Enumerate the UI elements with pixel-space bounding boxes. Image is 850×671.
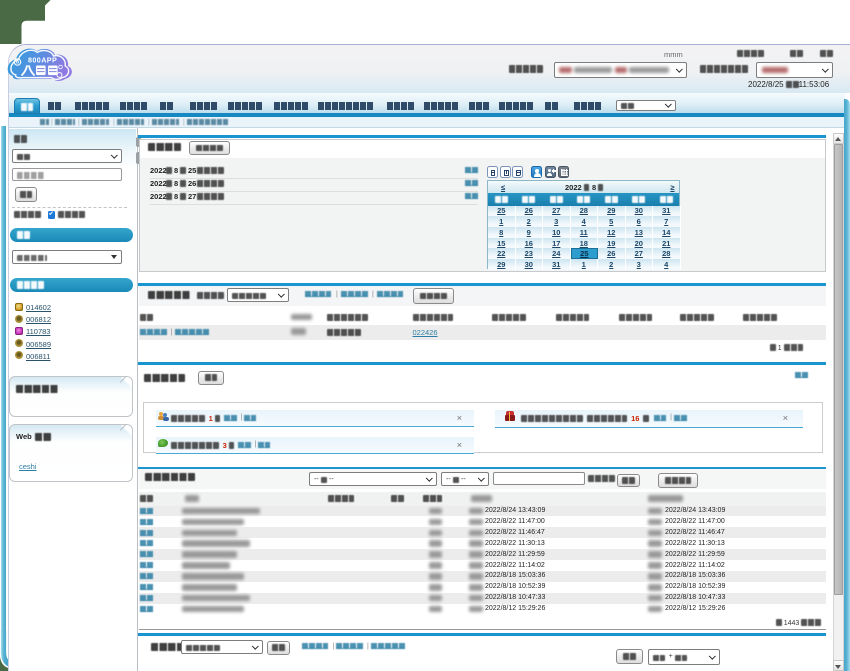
svg-text:800APP: 800APP [28, 56, 57, 65]
